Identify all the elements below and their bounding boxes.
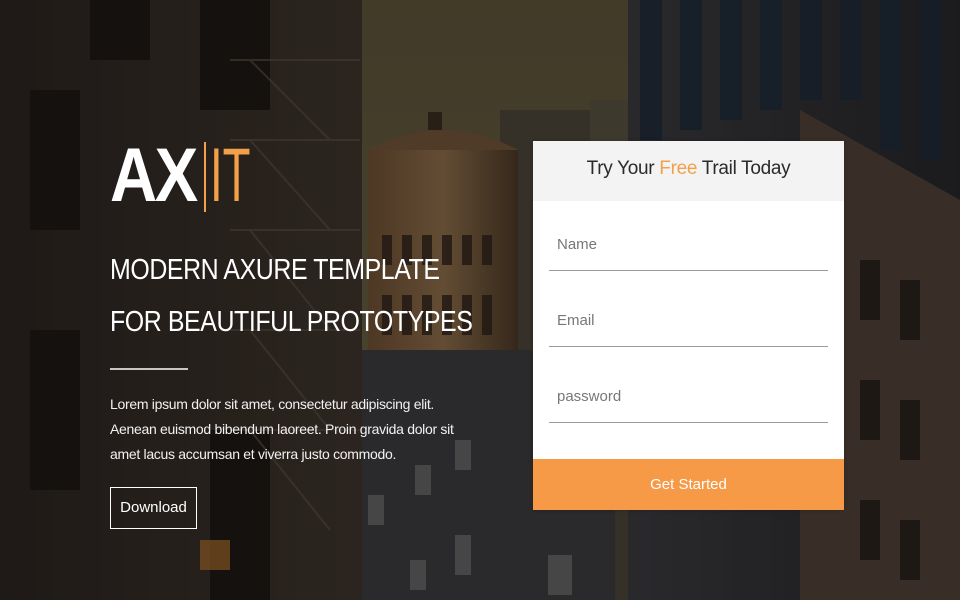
hero-body-text: Lorem ipsum dolor sit amet, consectetur …	[110, 396, 454, 462]
headline-line-2: FOR BEAUTIFUL PROTOTYPES	[110, 306, 473, 338]
brand-logo: AX IT	[110, 138, 490, 214]
password-field-wrapper	[549, 347, 828, 423]
logo-accent-text: IT	[210, 133, 251, 218]
hero-divider	[110, 368, 188, 370]
password-input[interactable]	[549, 384, 828, 408]
signup-card-title: Try Your Free Trail Today	[533, 141, 844, 201]
download-button[interactable]: Download	[110, 487, 197, 529]
email-field-wrapper	[549, 271, 828, 347]
title-suffix: Trail Today	[697, 158, 791, 179]
headline-line-1: MODERN AXURE TEMPLATE	[110, 254, 440, 286]
name-input[interactable]	[549, 232, 828, 256]
logo-main-text: AX	[110, 133, 198, 218]
signup-card: Try Your Free Trail Today Get Started	[533, 141, 844, 510]
logo-divider	[204, 142, 206, 212]
signup-form	[533, 201, 844, 423]
hero-headline: MODERN AXURE TEMPLATE FOR BEAUTIFUL PROT…	[110, 244, 490, 348]
name-field-wrapper	[549, 201, 828, 271]
title-prefix: Try Your	[586, 158, 660, 179]
hero-section: AX IT MODERN AXURE TEMPLATE FOR BEAUTIFU…	[110, 138, 490, 529]
title-accent: Free	[659, 158, 698, 179]
email-input[interactable]	[549, 308, 828, 332]
get-started-button[interactable]: Get Started	[533, 459, 844, 510]
